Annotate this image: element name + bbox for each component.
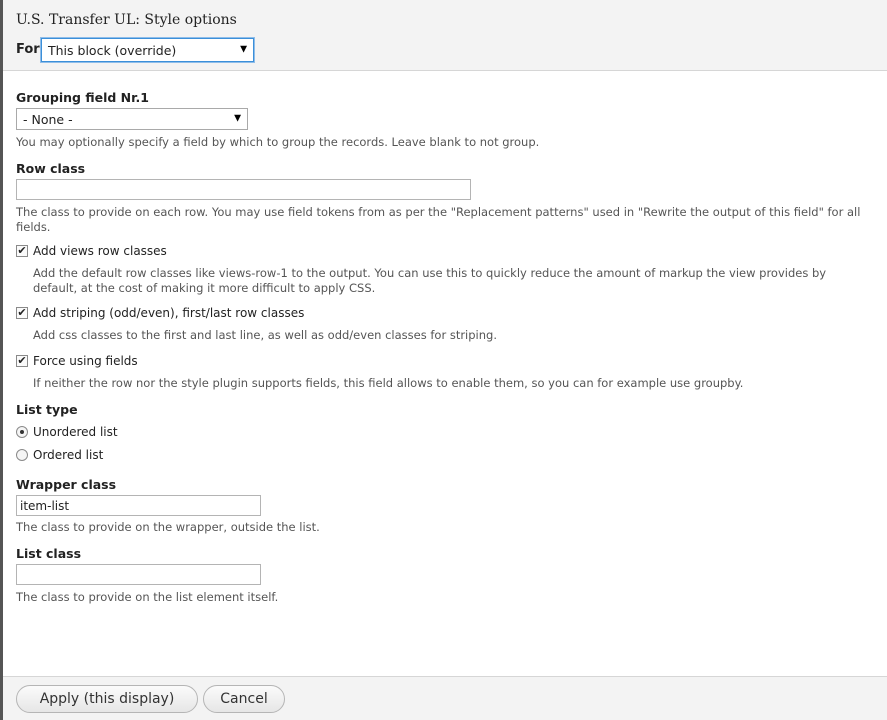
for-select[interactable]: This block (override) ▼	[41, 38, 254, 62]
views-row-classes-description: Add the default row classes like views-r…	[33, 266, 875, 296]
row-class-input[interactable]	[16, 179, 471, 200]
force-fields-description: If neither the row nor the style plugin …	[33, 376, 744, 390]
views-row-classes-description-line2: default, at the cost of making it more d…	[33, 281, 376, 295]
views-row-classes-description-line1: Add the default row classes like views-r…	[33, 266, 827, 280]
checkmark-icon: ✔	[17, 244, 27, 257]
chevron-down-icon: ▼	[240, 44, 247, 55]
chevron-down-icon: ▼	[234, 113, 241, 124]
grouping-field-select[interactable]: - None - ▼	[16, 108, 248, 130]
wrapper-class-description: The class to provide on the wrapper, out…	[16, 520, 320, 534]
force-fields-checkbox[interactable]: ✔	[16, 355, 28, 367]
list-type-ordered-radio[interactable]	[16, 449, 28, 461]
cancel-button[interactable]: Cancel	[203, 685, 285, 713]
list-type-unordered-option[interactable]: Unordered list	[16, 425, 118, 439]
striping-label: Add striping (odd/even), first/last row …	[33, 306, 305, 320]
dialog-title: U.S. Transfer UL: Style options	[16, 12, 237, 28]
wrapper-class-label: Wrapper class	[16, 477, 117, 492]
views-row-classes-checkbox[interactable]: ✔	[16, 245, 28, 257]
row-class-description: The class to provide on each row. You ma…	[16, 205, 875, 235]
views-row-classes-option[interactable]: ✔ Add views row classes	[16, 244, 167, 258]
dialog-header: U.S. Transfer UL: Style options For This…	[3, 0, 887, 71]
for-select-value: This block (override)	[48, 42, 177, 58]
wrapper-class-input[interactable]	[16, 495, 261, 516]
checkmark-icon: ✔	[17, 306, 27, 319]
row-class-description-line1: The class to provide on each row. You ma…	[16, 205, 861, 219]
striping-description: Add css classes to the first and last li…	[33, 328, 497, 342]
list-class-label: List class	[16, 546, 82, 561]
grouping-field-label: Grouping field Nr.1	[16, 90, 149, 105]
apply-button[interactable]: Apply (this display)	[16, 685, 198, 713]
for-label: For	[16, 42, 40, 57]
checkmark-icon: ✔	[17, 354, 27, 367]
list-type-ordered-option[interactable]: Ordered list	[16, 448, 103, 462]
list-class-description: The class to provide on the list element…	[16, 590, 279, 604]
force-fields-option[interactable]: ✔ Force using fields	[16, 354, 138, 368]
list-type-label: List type	[16, 402, 78, 417]
row-class-label: Row class	[16, 161, 86, 176]
striping-checkbox[interactable]: ✔	[16, 307, 28, 319]
force-fields-label: Force using fields	[33, 354, 138, 368]
row-class-description-line2: fields.	[16, 220, 51, 234]
dialog-footer: Apply (this display) Cancel	[3, 676, 887, 720]
grouping-field-value: - None -	[23, 111, 73, 127]
views-row-classes-label: Add views row classes	[33, 244, 167, 258]
list-type-ordered-label: Ordered list	[33, 448, 104, 462]
grouping-field-description: You may optionally specify a field by wh…	[16, 135, 540, 149]
list-type-unordered-radio[interactable]	[16, 426, 28, 438]
list-class-input[interactable]	[16, 564, 261, 585]
striping-option[interactable]: ✔ Add striping (odd/even), first/last ro…	[16, 306, 304, 320]
dialog-body: Grouping field Nr.1 - None - ▼ You may o…	[3, 72, 887, 676]
list-type-unordered-label: Unordered list	[33, 425, 118, 439]
style-options-dialog: U.S. Transfer UL: Style options For This…	[0, 0, 887, 720]
